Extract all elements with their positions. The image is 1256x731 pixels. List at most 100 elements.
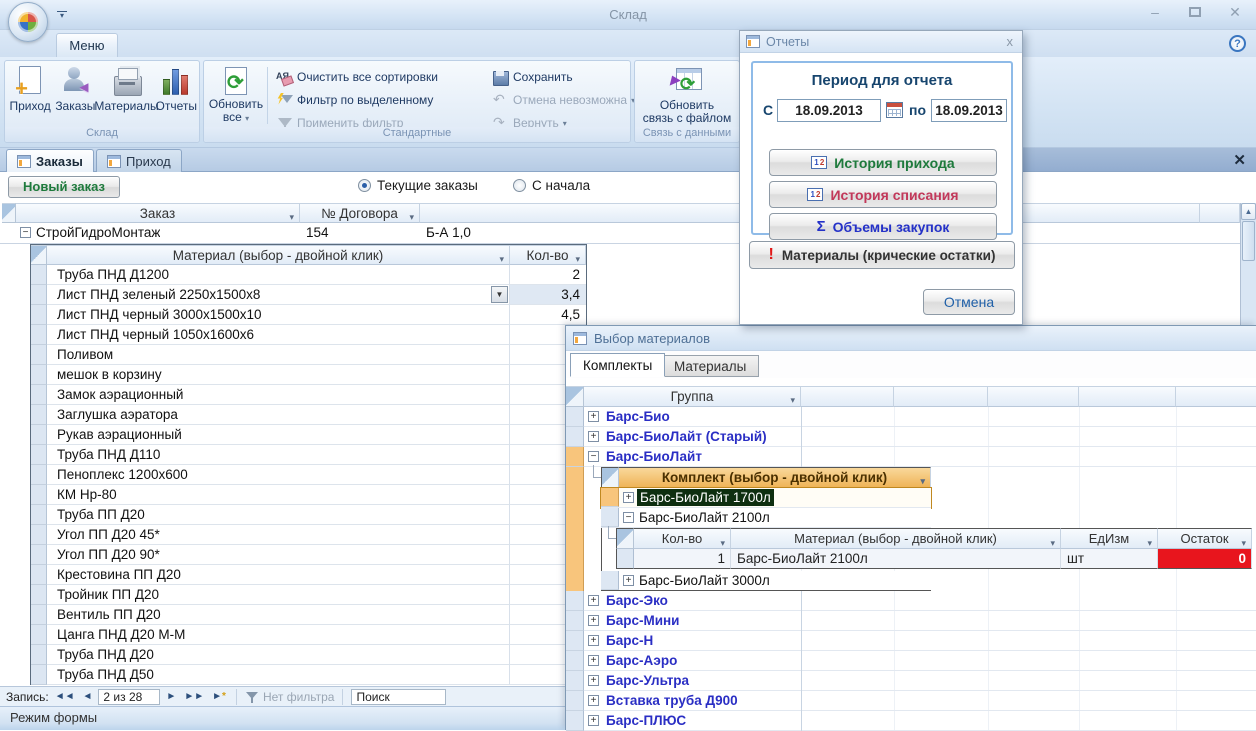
scroll-up-icon[interactable]: ▲ xyxy=(1241,203,1256,220)
maximize-button[interactable] xyxy=(1182,4,1208,21)
calendar-icon[interactable] xyxy=(886,102,903,118)
material-row[interactable]: Труба ПНД Д20 xyxy=(31,645,586,665)
ribbon-tab-menu[interactable]: Меню xyxy=(56,33,118,57)
material-row[interactable]: КМ Нр-80 xyxy=(31,485,586,505)
row-selector[interactable] xyxy=(31,405,47,425)
close-button[interactable]: ✕ xyxy=(1222,4,1248,21)
dialog-close-icon[interactable]: x xyxy=(1004,34,1017,49)
material-row[interactable]: Заглушка аэратора xyxy=(31,405,586,425)
otchety-button[interactable]: Отчеты xyxy=(156,61,197,125)
expand-icon[interactable]: + xyxy=(588,615,599,626)
row-selector[interactable] xyxy=(31,445,47,465)
material-row[interactable]: Пеноплекс 1200х600 xyxy=(31,465,586,485)
prev-record-button[interactable]: ◄ xyxy=(81,691,95,702)
row-selector[interactable] xyxy=(31,305,47,325)
group-row[interactable]: + Барс-ПЛЮС xyxy=(566,711,1256,731)
radio-current-orders[interactable]: Текущие заказы xyxy=(358,178,478,193)
column-header-contract[interactable]: № Договора xyxy=(300,203,420,223)
minimize-button[interactable]: ‒ xyxy=(1142,4,1168,21)
save-button[interactable]: Сохранить xyxy=(492,67,573,87)
group-row[interactable]: + Барс-Аэро xyxy=(566,651,1256,671)
expand-icon[interactable]: + xyxy=(588,635,599,646)
vertical-scrollbar[interactable]: ▲ xyxy=(1240,203,1256,325)
office-button[interactable] xyxy=(8,2,48,42)
group-row[interactable]: + Барс-Ультра xyxy=(566,671,1256,691)
material-row[interactable]: Труба ПНД Д50 xyxy=(31,665,586,685)
row-selector[interactable] xyxy=(31,265,47,285)
row-selector[interactable] xyxy=(566,611,584,631)
material-row[interactable]: Тройник ПП Д20 xyxy=(31,585,586,605)
new-record-button[interactable]: ►* xyxy=(210,691,228,702)
combo-dropdown-icon[interactable]: ▼ xyxy=(491,286,508,303)
row-selector[interactable] xyxy=(31,525,47,545)
row-selector[interactable] xyxy=(566,591,584,611)
row-selector[interactable] xyxy=(31,485,47,505)
expand-icon[interactable]: + xyxy=(588,431,599,442)
materialy-button[interactable]: Материалы xyxy=(94,61,159,125)
expand-icon[interactable]: + xyxy=(623,492,634,503)
kit-row-expanded[interactable]: − Барс-БиоЛайт 2100л xyxy=(601,508,931,528)
row-selector[interactable] xyxy=(31,545,47,565)
row-selector[interactable] xyxy=(31,645,47,665)
next-record-button[interactable]: ► xyxy=(164,691,178,702)
material-row[interactable]: Труба ПНД Д110 xyxy=(31,445,586,465)
quick-access-toolbar-arrow[interactable] xyxy=(56,9,68,21)
search-input[interactable]: Поиск xyxy=(351,688,447,705)
writeoff-history-button[interactable]: История списания xyxy=(769,181,997,208)
column-header-stock[interactable]: Остаток xyxy=(1158,528,1252,553)
dialog-titlebar[interactable]: Отчеты x xyxy=(740,31,1022,53)
material-row[interactable]: Замок аэрационный xyxy=(31,385,586,405)
refresh-all-button[interactable]: Обновить все ▾ xyxy=(209,61,263,125)
material-row[interactable]: Труба ПП Д20 xyxy=(31,505,586,525)
row-selector[interactable] xyxy=(31,365,47,385)
clear-sorts-button[interactable]: Очистить все сортировки xyxy=(276,67,438,87)
material-row[interactable]: мешок в корзину xyxy=(31,365,586,385)
row-selector[interactable] xyxy=(31,665,47,685)
refresh-link-button[interactable]: ▶ Обновитьсвязь с файлом xyxy=(639,61,735,125)
column-header-material[interactable]: Материал (выбор - двойной клик) xyxy=(731,528,1061,553)
group-row[interactable]: + Барс-БиоЛайт (Старый) xyxy=(566,427,1256,447)
radio-from-start[interactable]: С начала xyxy=(513,178,590,193)
column-header-unit[interactable]: ЕдИзм xyxy=(1061,528,1158,553)
current-row-selector[interactable] xyxy=(566,447,584,467)
expand-icon[interactable]: + xyxy=(588,595,599,606)
material-row[interactable]: Угол ПП Д20 45* xyxy=(31,525,586,545)
expand-icon[interactable]: + xyxy=(588,715,599,726)
column-header-material[interactable]: Материал (выбор - двойной клик) xyxy=(47,245,510,265)
picker-titlebar[interactable]: Выбор материалов xyxy=(566,326,1256,351)
collapse-icon[interactable]: − xyxy=(623,512,634,523)
group-row[interactable]: + Вставка труба Д900 xyxy=(566,691,1256,711)
tab-zakazy[interactable]: Заказы xyxy=(6,149,94,172)
row-selector[interactable] xyxy=(31,625,47,645)
column-header-order[interactable]: Заказ xyxy=(16,203,300,223)
material-row[interactable]: Цанга ПНД Д20 М-М xyxy=(31,625,586,645)
filter-by-selection-button[interactable]: Фильтр по выделенному xyxy=(276,90,433,110)
record-position[interactable]: 2 из 28 xyxy=(98,688,161,705)
last-record-button[interactable]: ►► xyxy=(182,691,206,702)
first-record-button[interactable]: ◄◄ xyxy=(53,691,77,702)
row-selector[interactable] xyxy=(31,565,47,585)
select-all-cell[interactable] xyxy=(566,386,584,407)
row-selector[interactable] xyxy=(31,285,47,305)
row-selector[interactable] xyxy=(31,345,47,365)
material-row[interactable]: Лист ПНД черный 3000х1500х10 4,5 xyxy=(31,305,586,325)
row-selector[interactable] xyxy=(566,651,584,671)
undo-button[interactable]: Отмена невозможна ▾ xyxy=(492,90,635,110)
group-row[interactable]: + Барс-Н xyxy=(566,631,1256,651)
cancel-button[interactable]: Отмена xyxy=(923,289,1015,315)
expand-icon[interactable]: + xyxy=(588,655,599,666)
row-selector[interactable] xyxy=(601,508,619,527)
select-all-cell[interactable] xyxy=(601,467,619,488)
expand-icon[interactable]: + xyxy=(588,411,599,422)
kit-row[interactable]: + Барс-БиоЛайт 3000л xyxy=(601,571,931,591)
row-selector[interactable] xyxy=(566,427,584,447)
row-selector[interactable] xyxy=(601,488,619,507)
material-row[interactable]: Труба ПНД Д1200 2 xyxy=(31,265,586,285)
material-row[interactable]: Рукав аэрационный xyxy=(31,425,586,445)
zakazy-button[interactable]: Заказы xyxy=(53,61,97,125)
row-selector[interactable] xyxy=(31,505,47,525)
row-selector[interactable] xyxy=(566,671,584,691)
select-all-cell[interactable] xyxy=(616,528,634,549)
group-row[interactable]: + Барс-Мини xyxy=(566,611,1256,631)
row-selector[interactable] xyxy=(31,605,47,625)
